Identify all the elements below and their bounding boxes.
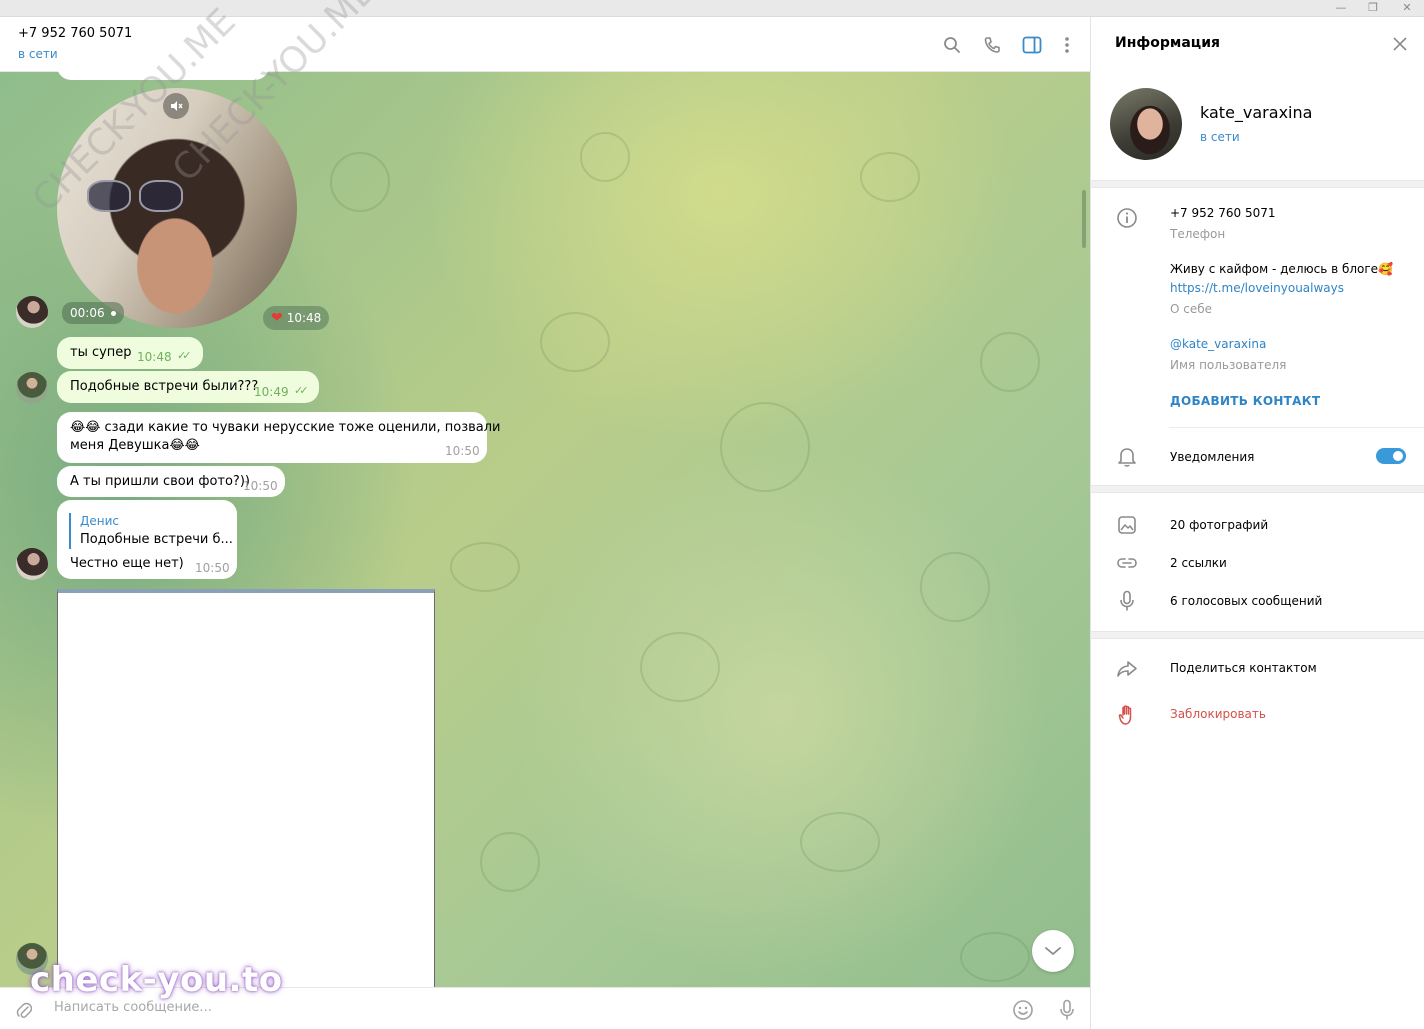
photo-icon bbox=[1115, 513, 1139, 537]
section-separator bbox=[1091, 485, 1424, 493]
message-text: Честно еще нет) bbox=[70, 556, 184, 571]
link-icon bbox=[1115, 551, 1139, 575]
more-vertical-icon[interactable] bbox=[1055, 33, 1079, 57]
reply-text[interactable]: Подобные встречи б... bbox=[80, 532, 233, 547]
info-title: Информация bbox=[1115, 35, 1220, 51]
pattern-doodle bbox=[580, 132, 630, 182]
pattern-doodle bbox=[540, 312, 610, 372]
photo-message[interactable] bbox=[57, 589, 435, 987]
message-text: А ты пришли свои фото?)) bbox=[70, 474, 250, 489]
read-checks-icon: ✓✓ bbox=[177, 349, 192, 362]
video-duration: 00:06 bbox=[62, 302, 124, 324]
avatar[interactable] bbox=[16, 372, 48, 404]
username[interactable]: @kate_varaxina bbox=[1170, 337, 1266, 351]
chat-scrollbar[interactable] bbox=[1082, 190, 1086, 248]
pattern-doodle bbox=[330, 152, 390, 212]
username-caption: Имя пользователя bbox=[1170, 358, 1287, 372]
maximize-button[interactable]: ❐ bbox=[1356, 0, 1390, 17]
pattern-doodle bbox=[960, 932, 1030, 982]
sidebar-toggle-icon[interactable] bbox=[1020, 33, 1044, 57]
glasses-shape bbox=[87, 180, 131, 212]
bio-link[interactable]: https://t.me/loveinyoualways bbox=[1170, 281, 1344, 295]
message-text: Подобные встречи были??? bbox=[70, 379, 259, 394]
video-time: 10:48 bbox=[286, 311, 322, 325]
bell-icon bbox=[1115, 445, 1139, 469]
notifications-label: Уведомления bbox=[1170, 450, 1255, 464]
message-time: 10:48 bbox=[137, 350, 172, 364]
scroll-down-button[interactable] bbox=[1032, 930, 1074, 972]
divider bbox=[1169, 427, 1424, 428]
phone-caption: Телефон bbox=[1170, 227, 1226, 241]
search-icon[interactable] bbox=[940, 33, 964, 57]
phone-number[interactable]: +7 952 760 5071 bbox=[1170, 206, 1275, 220]
pattern-doodle bbox=[480, 832, 540, 892]
message-time: 10:50 bbox=[195, 561, 230, 575]
media-voice-messages[interactable]: 6 голосовых сообщений bbox=[1170, 594, 1322, 608]
avatar[interactable] bbox=[16, 296, 48, 328]
chat-status: в сети bbox=[18, 47, 58, 61]
message-bubble[interactable]: Подобные встречи были??? 10:49 ✓✓ bbox=[57, 371, 319, 403]
pattern-doodle bbox=[980, 332, 1040, 392]
pattern-doodle bbox=[450, 542, 520, 592]
reply-author[interactable]: Денис bbox=[80, 514, 119, 528]
profile-status: в сети bbox=[1200, 130, 1240, 144]
reply-bar bbox=[69, 513, 71, 549]
section-separator bbox=[1091, 180, 1424, 188]
block-button[interactable]: Заблокировать bbox=[1170, 707, 1266, 721]
message-bubble[interactable]: Денис Подобные встречи б... Честно еще н… bbox=[57, 500, 237, 579]
info-panel: Информация kate_varaxina в сети +7 952 7… bbox=[1091, 17, 1424, 1029]
phone-icon[interactable] bbox=[980, 33, 1004, 57]
media-photos[interactable]: 20 фотографий bbox=[1170, 518, 1268, 532]
notifications-toggle[interactable] bbox=[1376, 448, 1406, 464]
pattern-doodle bbox=[860, 152, 920, 202]
attach-icon[interactable] bbox=[12, 998, 36, 1022]
minimize-button[interactable]: — bbox=[1324, 0, 1358, 17]
info-icon bbox=[1115, 206, 1139, 230]
unplayed-dot-icon bbox=[110, 310, 116, 316]
block-hand-icon bbox=[1115, 703, 1139, 727]
pattern-doodle bbox=[640, 632, 720, 702]
pattern-doodle bbox=[800, 812, 880, 872]
section-separator bbox=[1091, 631, 1424, 639]
chat-title[interactable]: +7 952 760 5071 bbox=[18, 26, 132, 41]
share-icon bbox=[1115, 657, 1139, 681]
message-time: 10:49 bbox=[254, 385, 289, 399]
glasses-shape bbox=[139, 180, 183, 212]
read-checks-icon: ✓✓ bbox=[294, 384, 309, 397]
message-input[interactable] bbox=[54, 1000, 954, 1015]
message-time: 10:50 bbox=[445, 444, 480, 458]
share-contact-button[interactable]: Поделиться контактом bbox=[1170, 661, 1317, 675]
message-bubble[interactable]: 😂😂 сзади какие то чуваки нерусские тоже … bbox=[57, 412, 501, 463]
pattern-doodle bbox=[920, 552, 990, 622]
microphone-icon bbox=[1115, 589, 1139, 613]
message-time: 10:50 bbox=[243, 479, 278, 493]
reaction-badge[interactable]: ❤ 10:48 bbox=[263, 306, 330, 330]
pattern-doodle bbox=[720, 402, 810, 492]
add-contact-button[interactable]: ДОБАВИТЬ КОНТАКТ bbox=[1170, 394, 1320, 408]
emoji-icon[interactable] bbox=[1011, 998, 1035, 1022]
watermark: check-you.to bbox=[30, 960, 283, 1000]
video-duration-text: 00:06 bbox=[70, 306, 105, 320]
message-bubble[interactable]: ты супер 10:48 ✓✓ bbox=[57, 337, 203, 369]
avatar[interactable] bbox=[16, 548, 48, 580]
microphone-icon[interactable] bbox=[1055, 998, 1079, 1022]
profile-name: kate_varaxina bbox=[1200, 103, 1313, 122]
message-bubble[interactable]: А ты пришли свои фото?)) 10:50 bbox=[57, 466, 285, 497]
close-icon[interactable] bbox=[1389, 33, 1411, 55]
message-text-line1: 😂😂 сзади какие то чуваки нерусские тоже … bbox=[70, 420, 501, 435]
close-window-button[interactable]: ✕ bbox=[1390, 0, 1424, 17]
media-links[interactable]: 2 ссылки bbox=[1170, 556, 1227, 570]
bio-caption: О себе bbox=[1170, 302, 1213, 316]
message-text-line2: меня Девушка😂😂 bbox=[70, 438, 200, 453]
bio-text: Живу с кайфом - делюсь в блоге🥰 bbox=[1170, 262, 1394, 276]
message-text: ты супер bbox=[70, 345, 132, 360]
profile-avatar[interactable] bbox=[1110, 88, 1182, 160]
heart-icon: ❤ bbox=[271, 310, 283, 326]
